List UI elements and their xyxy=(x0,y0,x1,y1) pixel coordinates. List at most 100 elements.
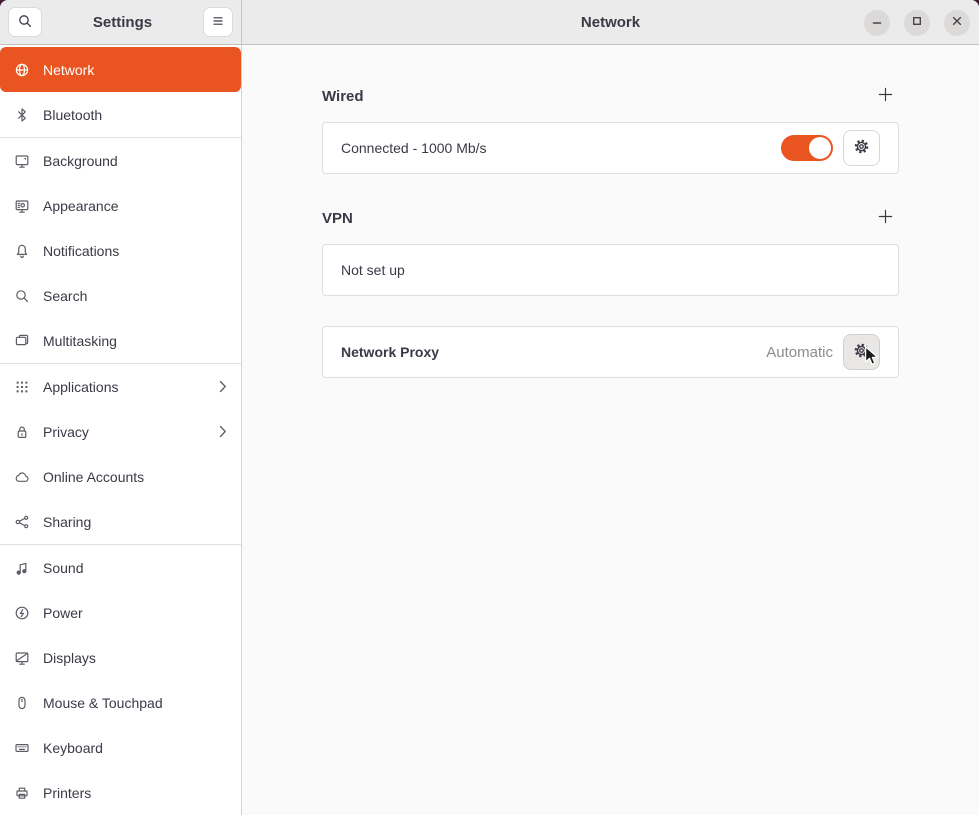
keyboard-icon xyxy=(14,740,30,756)
sidebar-item-label: Bluetooth xyxy=(43,107,102,123)
proxy-card: Network Proxy Automatic xyxy=(322,326,899,378)
sidebar-item-sound[interactable]: Sound xyxy=(0,545,241,590)
plus-icon xyxy=(877,86,894,106)
printer-icon xyxy=(14,785,30,801)
toggle-knob xyxy=(809,137,831,159)
bell-icon xyxy=(14,243,30,259)
sidebar-item-label: Search xyxy=(43,288,87,304)
sidebar-item-multitasking[interactable]: Multitasking xyxy=(0,318,241,363)
sidebar-item-label: Background xyxy=(43,153,118,169)
bluetooth-icon xyxy=(14,107,30,123)
mouse-icon xyxy=(14,695,30,711)
add-vpn-button[interactable] xyxy=(873,206,897,230)
grid-icon xyxy=(14,379,30,395)
chevron-right-icon xyxy=(219,380,227,393)
share-icon xyxy=(14,514,30,530)
sidebar-item-power[interactable]: Power xyxy=(0,590,241,635)
sidebar-item-notifications[interactable]: Notifications xyxy=(0,228,241,273)
wired-section-title: Wired xyxy=(322,88,364,105)
sidebar-item-label: Network xyxy=(43,62,94,78)
sidebar-item-label: Applications xyxy=(43,379,119,395)
sidebar-item-search[interactable]: Search xyxy=(0,273,241,318)
sidebar-item-label: Mouse & Touchpad xyxy=(43,695,163,711)
window-controls xyxy=(864,0,970,45)
sidebar-item-label: Appearance xyxy=(43,198,119,214)
chevron-right-icon xyxy=(219,425,227,438)
proxy-settings-button[interactable] xyxy=(843,334,880,370)
network-panel: Wired Connected - 1000 Mb/s xyxy=(322,45,899,378)
network-proxy-row[interactable]: Network Proxy Automatic xyxy=(323,327,898,377)
sidebar-item-background[interactable]: Background xyxy=(0,138,241,183)
wired-settings-button[interactable] xyxy=(843,130,880,166)
vpn-status-row: Not set up xyxy=(323,245,898,295)
sidebar-item-label: Displays xyxy=(43,650,96,666)
settings-window: Settings Network xyxy=(0,0,979,815)
sidebar-item-mouse-touchpad[interactable]: Mouse & Touchpad xyxy=(0,680,241,725)
cloud-icon xyxy=(14,469,30,485)
power-icon xyxy=(14,605,30,621)
wired-section: Wired Connected - 1000 Mb/s xyxy=(322,85,899,174)
app-title: Settings xyxy=(93,14,152,31)
proxy-section: Network Proxy Automatic xyxy=(322,326,899,378)
sidebar-item-printers[interactable]: Printers xyxy=(0,770,241,815)
lock-icon xyxy=(14,424,30,440)
wired-row-controls xyxy=(781,130,880,166)
close-button[interactable] xyxy=(944,10,970,36)
main-content: Wired Connected - 1000 Mb/s xyxy=(242,45,979,815)
sidebar-item-privacy[interactable]: Privacy xyxy=(0,409,241,454)
minimize-button[interactable] xyxy=(864,10,890,36)
appearance-icon xyxy=(14,198,30,214)
windows-icon xyxy=(14,333,30,349)
add-wired-profile-button[interactable] xyxy=(873,84,897,108)
vpn-section: VPN Not set up xyxy=(322,207,899,296)
magnifier-icon xyxy=(14,288,30,304)
sidebar-item-label: Privacy xyxy=(43,424,89,440)
maximize-button[interactable] xyxy=(904,10,930,36)
sidebar-item-displays[interactable]: Displays xyxy=(0,635,241,680)
titlebar: Settings Network xyxy=(0,0,979,45)
wired-connection-row[interactable]: Connected - 1000 Mb/s xyxy=(323,123,898,173)
sidebar: Network Bluetooth Background Appearance Noti… xyxy=(0,45,242,815)
note-icon xyxy=(14,560,30,576)
sidebar-item-label: Sound xyxy=(43,560,83,576)
hamburger-menu-icon xyxy=(210,13,226,32)
sidebar-item-keyboard[interactable]: Keyboard xyxy=(0,725,241,770)
proxy-mode-value: Automatic xyxy=(766,344,833,361)
globe-icon xyxy=(14,62,30,78)
plus-icon xyxy=(877,208,894,228)
sidebar-item-appearance[interactable]: Appearance xyxy=(0,183,241,228)
titlebar-left: Settings xyxy=(0,0,242,44)
sidebar-item-sharing[interactable]: Sharing xyxy=(0,499,241,544)
vpn-section-title: VPN xyxy=(322,210,353,227)
app-body: Network Bluetooth Background Appearance Noti… xyxy=(0,45,979,815)
sidebar-item-label: Sharing xyxy=(43,514,91,530)
wired-card: Connected - 1000 Mb/s xyxy=(322,122,899,174)
proxy-row-controls: Automatic xyxy=(766,334,880,370)
sidebar-item-applications[interactable]: Applications xyxy=(0,364,241,409)
sidebar-item-network[interactable]: Network xyxy=(0,47,241,92)
sidebar-item-label: Power xyxy=(43,605,83,621)
gear-icon xyxy=(852,341,871,363)
titlebar-right: Network xyxy=(242,0,979,44)
sidebar-item-online-accounts[interactable]: Online Accounts xyxy=(0,454,241,499)
background-icon xyxy=(14,153,30,169)
sidebar-item-label: Keyboard xyxy=(43,740,103,756)
wired-toggle-on[interactable] xyxy=(781,135,833,161)
vpn-card: Not set up xyxy=(322,244,899,296)
display-icon xyxy=(14,650,30,666)
gear-icon xyxy=(852,137,871,159)
sidebar-item-label: Notifications xyxy=(43,243,119,259)
sidebar-item-label: Multitasking xyxy=(43,333,117,349)
page-title: Network xyxy=(581,14,640,31)
primary-menu-button[interactable] xyxy=(203,7,233,37)
sidebar-item-label: Online Accounts xyxy=(43,469,144,485)
sidebar-item-bluetooth[interactable]: Bluetooth xyxy=(0,92,241,137)
sidebar-item-label: Printers xyxy=(43,785,91,801)
wired-section-header: Wired xyxy=(322,85,899,107)
vpn-status-label: Not set up xyxy=(341,262,405,278)
vpn-section-header: VPN xyxy=(322,207,899,229)
maximize-icon xyxy=(909,13,925,32)
search-button[interactable] xyxy=(8,7,42,37)
wired-status-label: Connected - 1000 Mb/s xyxy=(341,140,487,156)
proxy-label: Network Proxy xyxy=(341,344,439,360)
